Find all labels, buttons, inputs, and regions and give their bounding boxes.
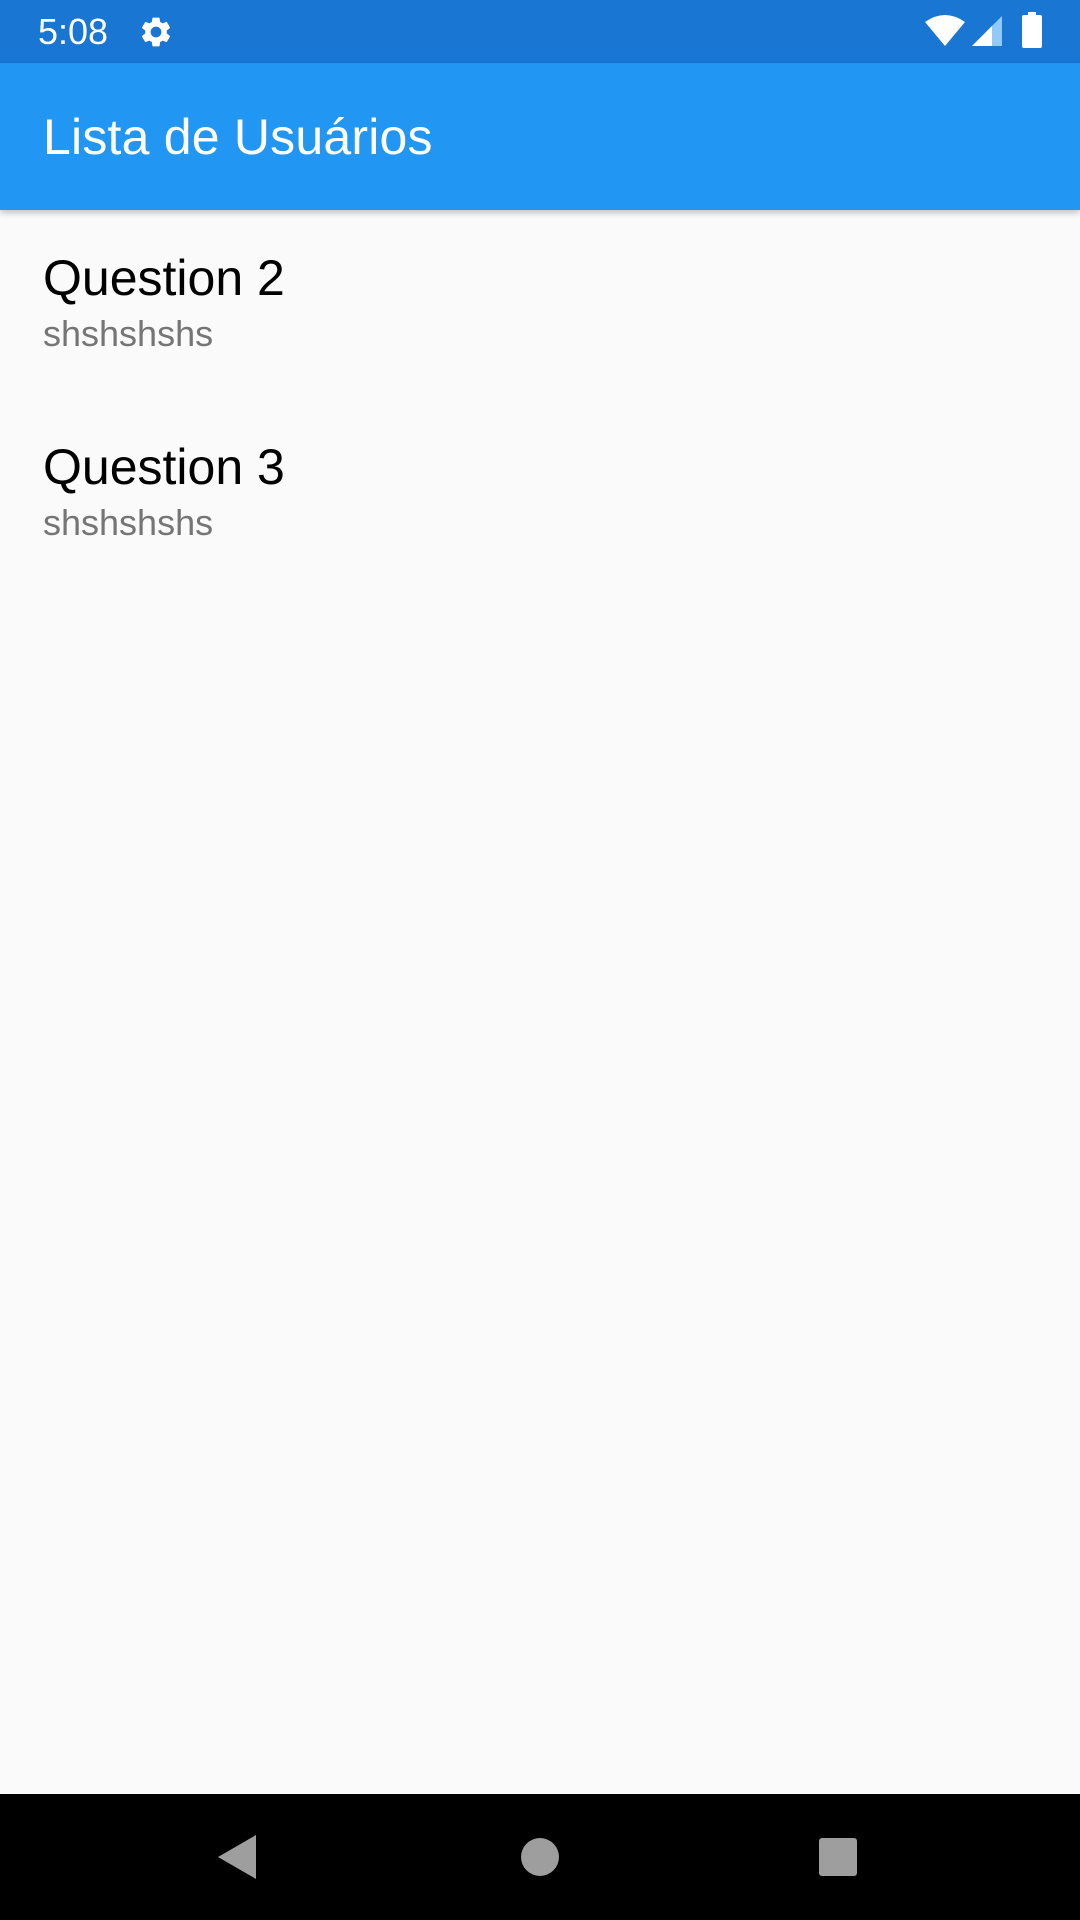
settings-icon [138, 14, 174, 50]
home-icon[interactable] [510, 1827, 570, 1887]
list-item-title: Question 3 [43, 439, 285, 495]
cell-signal-icon [970, 14, 1004, 48]
back-icon[interactable] [208, 1827, 268, 1887]
user-list: Question 2 shshshshs Question 3 shshshsh… [0, 210, 1080, 588]
list-item-subtitle: shshshshs [43, 502, 214, 543]
status-bar: 5:08 [0, 0, 1080, 63]
list-item[interactable]: Question 2 shshshshs [0, 210, 1080, 399]
status-time: 5:08 [38, 11, 109, 52]
list-item[interactable]: Question 3 shshshshs [0, 399, 1080, 588]
battery-icon [1022, 12, 1042, 48]
recents-icon[interactable] [808, 1827, 868, 1887]
page-title: Lista de Usuários [43, 109, 433, 165]
app-bar: Lista de Usuários [0, 63, 1080, 210]
list-item-subtitle: shshshshs [43, 313, 214, 354]
wifi-icon [924, 14, 966, 48]
list-item-title: Question 2 [43, 250, 285, 306]
navigation-bar [0, 1794, 1080, 1920]
